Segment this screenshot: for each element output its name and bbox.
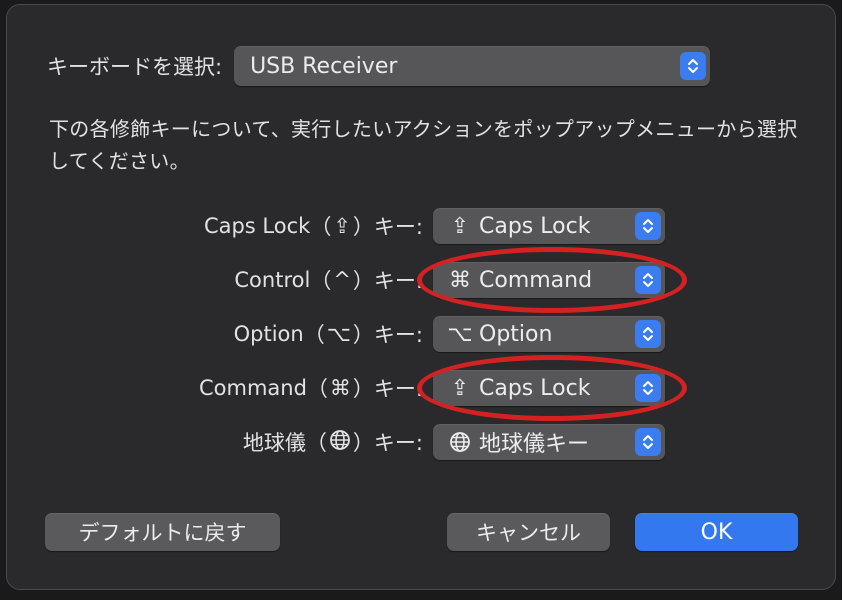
modifier-label-suffix: キー: bbox=[373, 323, 423, 347]
modifier-row-caps-lock: Caps Lock （ ⇪ ） キー: ⇪ Caps Lock bbox=[204, 208, 665, 244]
restore-defaults-button[interactable]: デフォルトに戻す bbox=[45, 513, 280, 551]
modifier-label: Control （ ^ ） キー: bbox=[234, 265, 423, 295]
modifier-row-control: Control （ ^ ） キー: ⌘ Command bbox=[234, 262, 665, 298]
modifier-action-value: Caps Lock bbox=[479, 213, 591, 239]
modifier-label-name: Option bbox=[233, 322, 304, 346]
keyboard-select-popup[interactable]: USB Receiver bbox=[234, 46, 711, 86]
command-icon: ⌘ bbox=[329, 376, 351, 400]
caps-lock-icon: ⇪ bbox=[333, 214, 351, 238]
keyboard-select-label: キーボードを選択: bbox=[47, 55, 223, 79]
caps-lock-icon: ⇪ bbox=[450, 375, 470, 401]
modifier-row-command: Command （ ⌘ ） キー: ⇪ Caps Lock bbox=[199, 370, 665, 406]
ok-button[interactable]: OK bbox=[635, 513, 798, 551]
caps-lock-icon: ⇪ bbox=[450, 213, 470, 239]
modifier-label-suffix: キー: bbox=[373, 431, 423, 455]
modifier-action-value: Command bbox=[479, 267, 593, 293]
modifier-label: Command （ ⌘ ） キー: bbox=[199, 373, 423, 403]
control-icon: ^ bbox=[333, 268, 351, 292]
modifier-action-popup[interactable]: 地球儀キー bbox=[433, 424, 665, 460]
globe-icon bbox=[329, 429, 351, 456]
modifier-label: 地球儀 （ ） キー: bbox=[243, 427, 423, 457]
chevron-up-down-icon bbox=[635, 320, 661, 348]
modifier-label: Option （ ⌥ ） キー: bbox=[234, 319, 423, 349]
chevron-up-down-icon bbox=[635, 428, 661, 456]
option-icon: ⌥ bbox=[326, 322, 351, 346]
instruction-text: 下の各修飾キーについて、実行したいアクションをポップアップメニューから選択してく… bbox=[49, 117, 798, 173]
modifier-row-globe: 地球儀 （ ） キー: 地球儀キー bbox=[243, 424, 665, 460]
modifier-label-suffix: キー: bbox=[373, 269, 423, 293]
modifier-label-name: 地球儀 bbox=[242, 431, 306, 455]
keyboard-select-value: USB Receiver bbox=[250, 53, 398, 79]
modifier-label-name: Command bbox=[198, 376, 307, 400]
modifier-label: Caps Lock （ ⇪ ） キー: bbox=[204, 211, 423, 241]
modifier-row-option: Option （ ⌥ ） キー: ⌥ Option bbox=[234, 316, 665, 352]
modifier-action-popup[interactable]: ⇪ Caps Lock bbox=[433, 208, 665, 244]
modifier-label-suffix: キー: bbox=[373, 377, 423, 401]
cancel-button[interactable]: キャンセル bbox=[447, 513, 610, 551]
modifier-action-value: Caps Lock bbox=[479, 375, 591, 401]
chevron-up-down-icon bbox=[635, 212, 661, 240]
modifier-label-name: Caps Lock bbox=[203, 214, 311, 238]
modifier-action-value: 地球儀キー bbox=[479, 432, 590, 457]
keyboard-select-row: キーボードを選択: USB Receiver bbox=[47, 46, 711, 86]
command-icon: ⌘ bbox=[449, 267, 471, 293]
globe-icon bbox=[447, 431, 473, 453]
modifier-action-popup[interactable]: ⌘ Command bbox=[433, 262, 665, 298]
chevron-up-down-icon bbox=[635, 266, 661, 294]
modifier-label-name: Control bbox=[234, 268, 311, 292]
modifier-action-popup[interactable]: ⌥ Option bbox=[433, 316, 665, 352]
chevron-up-down-icon bbox=[635, 374, 661, 402]
modifier-action-value: Option bbox=[479, 321, 553, 347]
chevron-up-down-icon bbox=[680, 52, 707, 80]
option-icon: ⌥ bbox=[447, 321, 473, 347]
modifier-label-suffix: キー: bbox=[373, 215, 423, 239]
modifier-action-popup[interactable]: ⇪ Caps Lock bbox=[433, 370, 665, 406]
modifier-keys-dialog: キーボードを選択: USB Receiver 下の各修飾キーについて、実行したい… bbox=[6, 4, 836, 590]
